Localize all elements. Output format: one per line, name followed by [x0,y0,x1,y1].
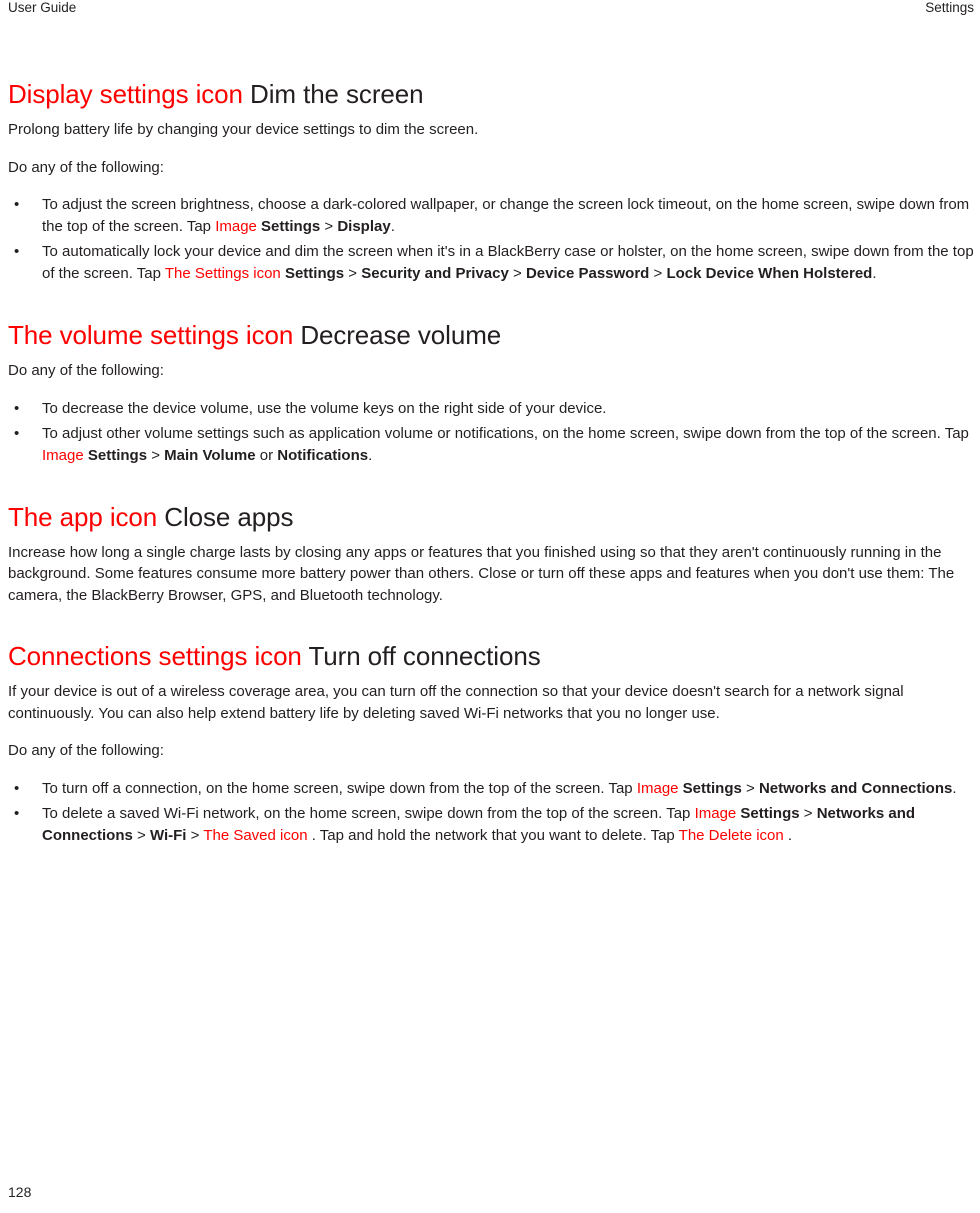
inline-ui-label: Settings [682,779,742,797]
inline-text: . [368,446,373,464]
inline-text: > [649,265,667,282]
bullet-marker-icon: • [14,243,20,260]
inline-text: > [132,826,150,844]
document-section: Display settings icon Dim the screen Prol… [8,78,976,285]
header-document-title: User Guide [8,0,77,15]
inline-text: > [508,265,526,282]
inline-text: . [390,218,395,235]
heading-icon-placeholder: The app icon [8,501,158,532]
inline-text: > [186,826,204,844]
heading-title: Turn off connections [308,641,541,671]
inline-text: . [872,265,877,282]
inline-ui-label: Security and Privacy [361,265,509,282]
inline-text: > [147,446,165,464]
inline-text: To turn off a connection, on the home sc… [42,779,637,797]
running-header: User Guide Settings [8,0,974,20]
section-intro-paragraph: If your device is out of a wireless cove… [8,683,904,722]
inline-text: To adjust other volume settings such as … [42,424,969,442]
heading-title: Close apps [164,501,294,532]
inline-ui-label: Device Password [525,265,650,282]
bullet-marker-icon: • [14,424,20,442]
instruction-list: • To turn off a connection, on the home s… [8,778,976,847]
instruction-list: • To adjust the screen brightness, choose… [8,194,976,285]
section-intro-paragraph: Prolong battery life by changing your de… [8,121,479,138]
inline-text: To delete a saved Wi-Fi network, on the … [42,804,695,822]
document-content: Display settings icon Dim the screen Prol… [8,78,976,847]
section-lead-in: Do any of the following: [8,362,164,379]
inline-icon-placeholder: The Saved icon [203,826,312,844]
section-heading: The app icon Close apps [8,501,976,533]
section-intro-paragraph: Increase how long a single charge lasts … [8,543,955,604]
inline-icon-placeholder: Image [42,446,88,464]
document-section: The app icon Close apps Increase how long… [8,501,976,607]
heading-icon-placeholder: Connections settings icon [8,641,302,671]
bullet-marker-icon: • [14,196,20,213]
inline-icon-placeholder: The Settings icon [164,265,285,282]
inline-text: To decrease the device volume, use the v… [42,399,607,417]
page-number: 128 [8,1184,32,1200]
inline-text: . [787,826,793,844]
bullet-marker-icon: • [14,804,20,822]
inline-ui-label: Lock Device When Holstered [666,265,873,282]
instruction-list-item: • To adjust the screen brightness, choose… [8,194,976,238]
heading-icon-placeholder: Display settings icon [8,79,243,109]
bullet-marker-icon: • [14,399,20,417]
inline-icon-placeholder: Image [215,218,262,235]
inline-ui-label: Settings [740,804,800,822]
instruction-list-item: • To decrease the device volume, use the … [8,398,976,420]
instruction-list: • To decrease the device volume, use the … [8,398,976,467]
section-heading: The volume settings icon Decrease volume [8,319,976,351]
instruction-list-item: • To delete a saved Wi-Fi network, on the… [8,803,976,847]
section-lead-in: Do any of the following: [8,742,164,759]
inline-icon-placeholder: Image [694,804,741,822]
instruction-list-item: • To adjust other volume settings such as… [8,423,976,467]
inline-ui-label: Settings [261,218,321,235]
inline-text: or [255,446,278,464]
inline-text: > [799,804,817,822]
heading-icon-placeholder: The volume settings icon [8,320,294,350]
inline-text: To adjust the screen brightness, choose … [42,196,970,235]
inline-ui-label: Settings [284,265,345,282]
inline-ui-label: Networks and Connections [758,779,953,797]
inline-ui-label: Wi-Fi [149,826,187,844]
inline-ui-label: Main Volume [164,446,256,464]
heading-title: Decrease volume [300,320,502,350]
inline-text: . [952,779,957,797]
section-heading: Display settings icon Dim the screen [8,78,976,110]
section-lead-in: Do any of the following: [8,158,164,176]
inline-icon-placeholder: The Delete icon [678,826,788,844]
inline-text: . Tap and hold the network that you want… [311,826,679,844]
inline-text: > [741,779,759,797]
inline-ui-label: Display [337,218,391,235]
inline-ui-label: Notifications [277,446,369,464]
instruction-list-item: • To turn off a connection, on the home s… [8,778,976,800]
inline-icon-placeholder: Image [636,779,683,797]
bullet-marker-icon: • [14,779,20,797]
heading-title: Dim the screen [250,79,424,109]
document-section: Connections settings icon Turn off conne… [8,640,976,847]
header-chapter-title: Settings [925,0,974,15]
instruction-list-item: • To automatically lock your device and d… [8,241,976,285]
inline-text: > [320,218,338,235]
document-page: User Guide Settings Display settings ico… [0,0,980,1213]
inline-text: > [344,265,362,282]
document-section: The volume settings icon Decrease volume… [8,319,976,467]
section-heading: Connections settings icon Turn off conne… [8,640,976,672]
inline-ui-label: Settings [87,446,148,464]
